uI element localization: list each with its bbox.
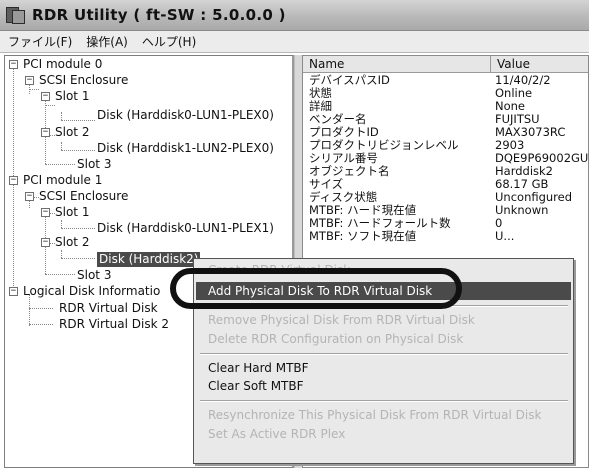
expander-logical-disk-information[interactable]: − <box>9 287 18 296</box>
tree-node-rdr-virtual-disk[interactable]: RDR Virtual Disk <box>59 301 158 316</box>
highlight-callout-outline <box>170 268 462 309</box>
property-value: Unknown <box>495 203 549 217</box>
menu-item-resynchronize-physical-disk[interactable]: Resynchronize This Physical Disk From RD… <box>196 406 571 424</box>
menu-item-clear-hard-mtbf[interactable]: Clear Hard MTBF <box>196 359 571 377</box>
column-header-value[interactable]: Value <box>491 56 588 73</box>
menu-bar: ファイル(F) 操作(A) ヘルプ(H) <box>0 31 589 53</box>
tree-node-disk-harddisk1-plex0[interactable]: Disk (Harddisk1-LUN2-PLEX0) <box>97 141 274 156</box>
tree-node-logical-disk-information[interactable]: Logical Disk Informatio <box>23 284 160 299</box>
menu-file[interactable]: ファイル(F) <box>8 33 72 50</box>
menu-separator <box>200 400 568 402</box>
expander-slot-2-0[interactable]: − <box>41 128 50 137</box>
tree-node-scsi-enclosure-1[interactable]: SCSI Enclosure <box>39 189 128 204</box>
tree-node-slot-3-1[interactable]: Slot 3 <box>77 268 111 283</box>
expander-slot-2-1[interactable]: − <box>41 238 50 247</box>
menu-item-remove-physical-disk[interactable]: Remove Physical Disk From RDR Virtual Di… <box>196 311 571 329</box>
expander-pci-module-1[interactable]: − <box>9 176 18 185</box>
tree-node-scsi-enclosure-0[interactable]: SCSI Enclosure <box>39 73 128 88</box>
expander-scsi-enclosure-1[interactable]: − <box>25 192 34 201</box>
tree-node-disk-harddisk0-plex1[interactable]: Disk (Harddisk0-LUN1-PLEX1) <box>97 221 274 236</box>
tree-node-disk-harddisk0-plex0[interactable]: Disk (Harddisk0-LUN1-PLEX0) <box>97 108 274 123</box>
tree-node-slot-1-0[interactable]: Slot 1 <box>55 89 89 104</box>
tree-node-pci-module-1[interactable]: PCI module 1 <box>23 173 102 188</box>
tree-node-slot-1-1[interactable]: Slot 1 <box>55 205 89 220</box>
expander-scsi-enclosure-0[interactable]: − <box>25 76 34 85</box>
tree-node-slot-2-0[interactable]: Slot 2 <box>55 125 89 140</box>
app-window-icon <box>6 5 26 25</box>
property-value: U... <box>495 229 515 243</box>
menu-item-set-active-rdr-plex[interactable]: Set As Active RDR Plex <box>196 425 571 443</box>
window-title: RDR Utility ( ft-SW : 5.0.0.0 ) <box>32 6 286 24</box>
column-header-name[interactable]: Name <box>303 56 491 73</box>
menu-action[interactable]: 操作(A) <box>86 33 128 50</box>
title-bar: RDR Utility ( ft-SW : 5.0.0.0 ) <box>0 0 589 31</box>
menu-item-delete-rdr-configuration[interactable]: Delete RDR Configuration on Physical Dis… <box>196 330 571 348</box>
tree-node-slot-2-1[interactable]: Slot 2 <box>55 235 89 250</box>
tree-node-pci-module-0[interactable]: PCI module 0 <box>23 57 102 72</box>
property-name: MTBF: ソフト現在値 <box>309 229 417 243</box>
tree-node-disk-harddisk2[interactable]: Disk (Harddisk2) <box>97 252 201 267</box>
expander-slot-1-0[interactable]: − <box>41 92 50 101</box>
expander-slot-1-1[interactable]: − <box>41 208 50 217</box>
tree-node-slot-3-0[interactable]: Slot 3 <box>77 157 111 172</box>
menu-separator <box>200 353 568 355</box>
menu-help[interactable]: ヘルプ(H) <box>142 33 196 50</box>
expander-pci-module-0[interactable]: − <box>9 60 18 69</box>
menu-item-clear-soft-mtbf[interactable]: Clear Soft MTBF <box>196 377 571 395</box>
tree-node-rdr-virtual-disk-2[interactable]: RDR Virtual Disk 2 <box>59 317 169 332</box>
